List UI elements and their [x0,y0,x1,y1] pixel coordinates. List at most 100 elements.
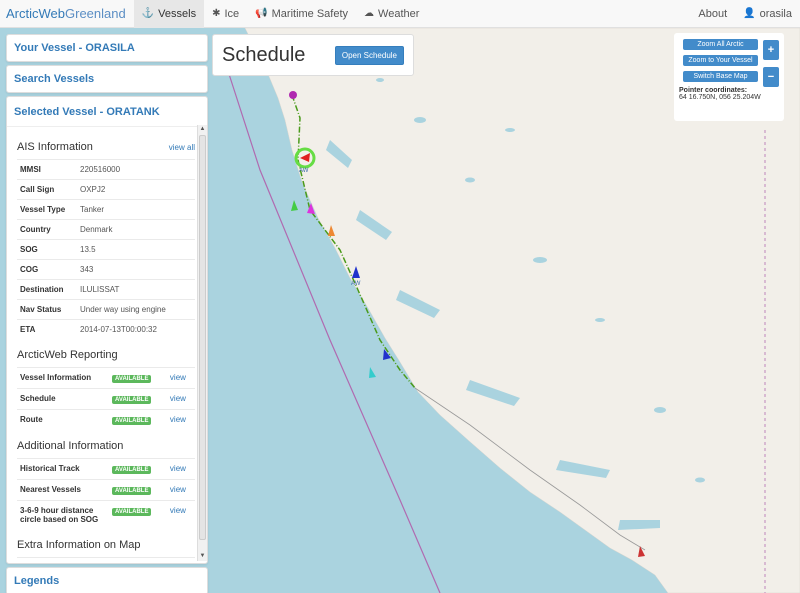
table-row: Country Denmark [17,219,195,240]
pointer-coordinates-label: Pointer coordinates: [679,87,748,94]
selected-vessel-body: AIS Information view all MMSI 220516000 Ca… [7,127,207,563]
field-label: COG [17,259,77,280]
user-icon: 👤 [743,8,756,19]
field-value: 2014-07-13T00:00:32 [77,319,195,339]
lake [533,257,547,263]
zoom-all-arctic-button[interactable]: Zoom All Arctic [683,39,758,50]
view-all-link[interactable]: view all [169,143,195,152]
panel-legends-title[interactable]: Legends [7,568,207,593]
status-cell: AVAILABLE [109,479,167,501]
nav-ice[interactable]: ✱ Ice [204,0,247,28]
zoom-in-button[interactable]: + [763,40,779,60]
lake [654,407,666,413]
switch-base-map-button[interactable]: Switch Base Map [683,71,758,82]
feature-label: 3-6-9 hour distance circle based on SOG [17,500,109,529]
field-label: Destination [17,279,77,300]
sidebar: Your Vessel - ORASILA Search Vessels Sel… [6,34,208,593]
table-row: Destination ILULISSAT [17,279,195,300]
table-row: Vessel Information AVAILABLE view [17,367,195,389]
table-row: Call Sign OXPJ2 [17,179,195,200]
panel-search-vessels[interactable]: Search Vessels [6,65,208,93]
feature-label: Nearest Vessels [17,479,109,501]
brand-part-1: ArcticWeb [6,6,65,21]
nav-about-label: About [698,7,728,20]
nav-vessels[interactable]: ⚓ Vessels [133,0,205,28]
ais-section-title: AIS Information view all [17,141,195,153]
reporting-section-title: ArcticWeb Reporting [17,349,195,361]
table-row: SOG 13.5 [17,239,195,260]
nav-weather[interactable]: ☁ Weather [356,0,427,28]
feature-label: Schedule [17,388,109,410]
ais-table: MMSI 220516000 Call Sign OXPJ2 Vessel Type Ta… [17,159,195,339]
scroll-down-arrow[interactable]: ▼ [198,552,207,561]
scroll-up-arrow[interactable]: ▲ [198,125,207,134]
nav-vessels-label: Vessels [158,7,197,20]
field-value: OXPJ2 [77,179,195,200]
view-link[interactable]: view [166,458,195,480]
table-row: COG 343 [17,259,195,280]
panel-selected-vessel: Selected Vessel - ORATANK AIS Informatio… [6,96,208,564]
zoom-out-button[interactable]: − [763,67,779,87]
status-cell: AVAILABLE [109,388,167,410]
panel-selected-vessel-title[interactable]: Selected Vessel - ORATANK [7,97,207,127]
brand-part-2: Greenland [65,6,126,21]
status-cell: AVAILABLE [109,458,167,480]
open-schedule-button[interactable]: Open Schedule [334,45,404,65]
panel-search-vessels-title[interactable]: Search Vessels [7,66,207,92]
scroll-thumb[interactable] [199,135,206,540]
field-label: MMSI [17,159,77,180]
table-row: ETA 2014-07-13T00:00:32 [17,319,195,339]
nav-weather-label: Weather [378,7,420,20]
nav-maritime-safety[interactable]: 📢 Maritime Safety [247,0,356,28]
view-link[interactable]: view [166,388,195,410]
panel-scrollbar[interactable]: ▲ ▼ [197,125,207,561]
field-value: Denmark [77,219,195,240]
ais-title: AIS Information [17,141,93,153]
nav-user[interactable]: 👤 orasila [735,0,800,28]
status-cell: AVAILABLE [109,500,167,529]
nav-maritime-safety-label: Maritime Safety [271,7,349,20]
status-badge: AVAILABLE [112,487,152,495]
view-link[interactable]: view [166,409,195,430]
zoom-to-vessel-button[interactable]: Zoom to Your Vessel [683,55,758,66]
lake [695,477,705,483]
view-link[interactable]: view [166,479,195,501]
field-label: Nav Status [17,299,77,320]
view-link[interactable]: view [166,367,195,389]
extra-section-title: Extra Information on Map [17,539,195,551]
table-row: MMSI 220516000 [17,159,195,180]
panel-your-vessel[interactable]: Your Vessel - ORASILA [6,34,208,62]
reporting-title: ArcticWeb Reporting [17,349,118,361]
table-row: Nearest Vessels AVAILABLE view [17,479,195,501]
status-cell: AVAILABLE [109,557,166,563]
view-link[interactable]: clear [165,557,195,563]
nav-ice-label: Ice [224,7,240,20]
extra-table: Clear all informationAVAILABLEclear [17,557,195,563]
aw-label: AW [351,281,361,287]
view-link[interactable]: view [166,500,195,529]
table-row: Clear all informationAVAILABLEclear [17,557,195,563]
table-row: Nav Status Under way using engine [17,299,195,320]
aw-label: AW [299,168,309,174]
nav-user-label: orasila [759,7,792,20]
asterisk-icon: ✱ [212,8,221,19]
panel-your-vessel-title[interactable]: Your Vessel - ORASILA [7,35,207,61]
top-navbar: ArcticWebGreenland ⚓ Vessels ✱ Ice 📢 Mar… [0,0,800,28]
field-label: Call Sign [17,179,77,200]
status-badge: AVAILABLE [112,396,152,404]
feature-label: Vessel Information [17,367,109,389]
pointer-coordinates-value: 64 16.750N, 056 25.204W [679,94,761,101]
brand-logo[interactable]: ArcticWebGreenland [0,6,134,21]
additional-title: Additional Information [17,440,124,452]
own-vessel [289,91,297,99]
schedule-title: Schedule [222,43,306,66]
nav-about[interactable]: About [690,0,735,28]
lake [376,78,384,82]
panel-legends[interactable]: Legends [6,567,208,593]
status-badge: AVAILABLE [112,466,152,474]
lake [414,117,426,123]
table-row: Historical Track AVAILABLE view [17,458,195,480]
field-value: 220516000 [77,159,195,180]
field-value: 13.5 [77,239,195,260]
lake [465,177,475,183]
